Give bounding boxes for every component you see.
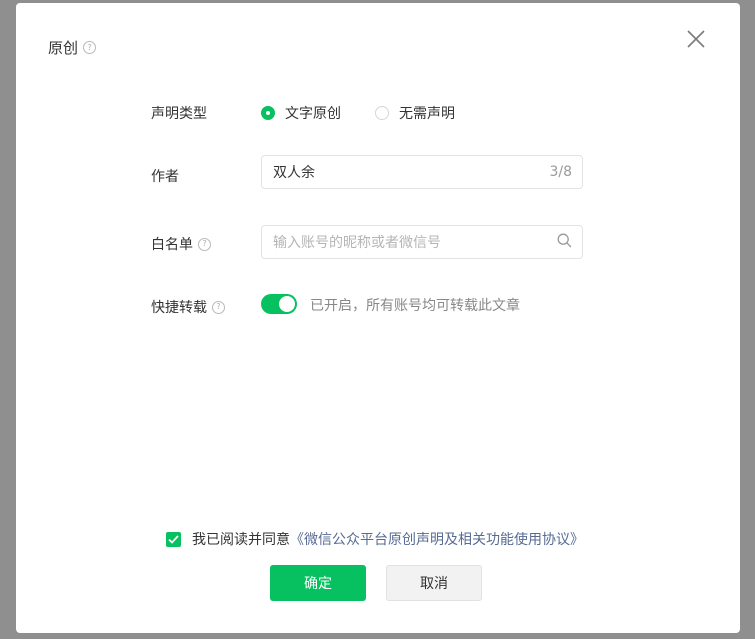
check-icon: [168, 534, 179, 544]
agreement-link[interactable]: 《微信公众平台原创声明及相关功能使用协议》: [290, 529, 584, 549]
quick-repost-status: 已开启，所有账号均可转载此文章: [310, 298, 520, 314]
search-icon[interactable]: [557, 233, 572, 252]
whitelist-label-text: 白名单: [151, 237, 193, 253]
declaration-type-label-text: 声明类型: [151, 106, 207, 122]
author-input[interactable]: 双人余 3/8: [261, 155, 583, 189]
radio-no-declaration-label: 无需声明: [399, 106, 455, 122]
agreement-checkbox[interactable]: [166, 531, 181, 547]
declaration-type-radio-group: 文字原创 无需声明: [261, 103, 489, 123]
author-label-text: 作者: [151, 169, 179, 185]
agreement-row: 我已阅读并同意 《微信公众平台原创声明及相关功能使用协议》: [166, 529, 584, 549]
radio-no-declaration[interactable]: 无需声明: [375, 103, 455, 123]
agreement-text: 我已阅读并同意: [192, 532, 290, 548]
declaration-type-label: 声明类型: [151, 103, 207, 123]
author-label: 作者: [151, 166, 179, 186]
radio-text-original-label: 文字原创: [285, 106, 341, 122]
whitelist-search-input[interactable]: 输入账号的昵称或者微信号: [261, 225, 583, 259]
whitelist-label: 白名单 ?: [151, 234, 211, 254]
quick-repost-label-text: 快捷转载: [151, 300, 207, 316]
author-char-counter: 3/8: [549, 164, 572, 180]
toggle-knob: [279, 296, 295, 312]
radio-checked-icon: [261, 106, 275, 120]
whitelist-placeholder: 输入账号的昵称或者微信号: [273, 235, 441, 251]
help-icon[interactable]: ?: [83, 41, 97, 54]
dialog-title: 原创: [48, 39, 79, 57]
quick-repost-label: 快捷转载 ?: [151, 297, 225, 317]
confirm-button[interactable]: 确定: [270, 565, 366, 601]
radio-text-original[interactable]: 文字原创: [261, 103, 341, 123]
help-icon[interactable]: ?: [212, 300, 225, 314]
help-icon[interactable]: ?: [198, 237, 211, 251]
original-declaration-dialog: 原创 ? 声明类型 文字原创 无需声明 作者 双人余 3/8 白名单 ? 输入账…: [16, 3, 740, 633]
cancel-button[interactable]: 取消: [386, 565, 482, 601]
dialog-header: 原创 ?: [48, 37, 97, 58]
quick-repost-toggle[interactable]: [261, 294, 297, 314]
close-icon[interactable]: [686, 29, 706, 49]
radio-unchecked-icon: [375, 106, 389, 120]
author-input-value: 双人余: [273, 165, 315, 181]
